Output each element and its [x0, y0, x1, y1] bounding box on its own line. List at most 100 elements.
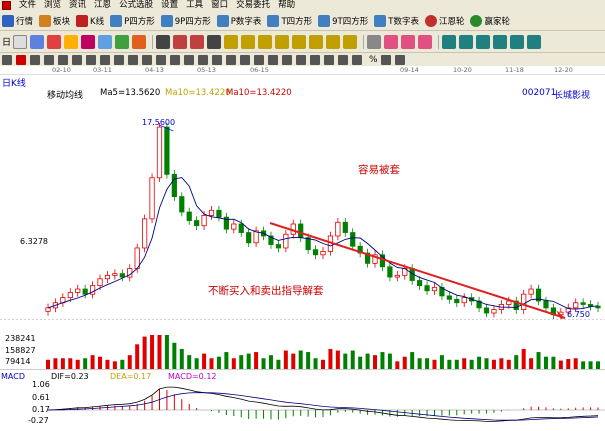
high-price-label: 17.5600	[142, 118, 176, 127]
volume-bar	[581, 361, 586, 369]
diamond-6-icon[interactable]	[309, 34, 324, 49]
diamond-2-icon[interactable]	[241, 34, 256, 49]
style-icon[interactable]	[310, 54, 320, 65]
percent-toggle[interactable]: %	[369, 55, 378, 65]
scale-icon[interactable]	[380, 54, 391, 65]
rect-icon[interactable]	[100, 54, 110, 65]
period-day-label[interactable]: 日	[2, 35, 11, 48]
menu-tools[interactable]: 工具	[182, 0, 207, 11]
calc-icon[interactable]	[442, 34, 457, 49]
winner-wheel-button[interactable]: 赢家轮	[470, 14, 510, 27]
volume-chart[interactable]	[0, 330, 605, 370]
candle-body	[491, 309, 497, 314]
kline-button[interactable]: K线	[76, 14, 104, 27]
select-icon[interactable]	[2, 54, 12, 65]
eraser-icon[interactable]	[240, 54, 250, 65]
draw-icon[interactable]	[115, 34, 130, 49]
9t-square-button[interactable]: 9T四方形	[318, 14, 368, 27]
menu-settings[interactable]: 设置	[157, 0, 182, 11]
date-tick: 11-18	[505, 66, 524, 74]
diamond-5-icon[interactable]	[292, 34, 307, 49]
brush-icon[interactable]	[401, 34, 416, 49]
diamond-7-icon[interactable]	[326, 34, 341, 49]
candle-icon[interactable]	[47, 34, 62, 49]
diamond-1-icon[interactable]	[224, 34, 239, 49]
t-square-button[interactable]: T四方形	[267, 14, 313, 27]
text-icon[interactable]	[128, 54, 138, 65]
panel-icon[interactable]	[493, 34, 508, 49]
arc-icon[interactable]	[86, 54, 96, 65]
hand-icon[interactable]	[367, 34, 382, 49]
next-icon[interactable]	[190, 34, 205, 49]
t-table-button[interactable]: T数字表	[374, 14, 419, 27]
angle-icon[interactable]	[198, 54, 208, 65]
menu-gann[interactable]: 江恩	[90, 0, 115, 11]
grid-draw-icon[interactable]	[212, 54, 222, 65]
menu-browse[interactable]: 浏览	[40, 0, 65, 11]
layout-icon[interactable]	[476, 34, 491, 49]
line-icon[interactable]	[16, 54, 26, 65]
hide-icon[interactable]	[352, 54, 362, 65]
diamond-3-icon[interactable]	[258, 34, 273, 49]
prev-icon[interactable]	[173, 34, 188, 49]
diamond-8-icon[interactable]	[343, 34, 358, 49]
compare-icon[interactable]	[81, 34, 96, 49]
dropdown-icon[interactable]	[13, 34, 28, 49]
t-square-label: T四方形	[281, 16, 313, 27]
volume-bar	[254, 352, 259, 369]
menu-file[interactable]: 文件	[15, 0, 40, 11]
wave-icon[interactable]	[226, 54, 236, 65]
p-square-button[interactable]: P四方形	[110, 14, 155, 27]
menu-help[interactable]: 帮助	[274, 0, 299, 11]
zoom-icon[interactable]	[98, 34, 113, 49]
9t-square-icon	[318, 14, 331, 27]
p-table-button[interactable]: P数字表	[216, 14, 261, 27]
candle-body	[417, 280, 423, 287]
width-icon[interactable]	[296, 54, 306, 65]
gann-box-icon[interactable]	[156, 54, 166, 65]
chart-type-icon[interactable]	[64, 34, 79, 49]
diamond-4-icon[interactable]	[275, 34, 290, 49]
stock-code: 002071	[522, 88, 557, 98]
magnet-icon[interactable]	[268, 54, 278, 65]
log-icon[interactable]	[394, 54, 405, 65]
lock-icon[interactable]	[254, 54, 264, 65]
low-price-label: 6.750	[567, 310, 590, 319]
delete-icon[interactable]	[338, 54, 348, 65]
ray-icon[interactable]	[30, 54, 40, 65]
window-icon[interactable]	[527, 34, 542, 49]
volume-bar	[425, 358, 430, 369]
channel-icon[interactable]	[44, 54, 54, 65]
gann-wheel-button[interactable]: 江恩轮	[424, 14, 464, 27]
menu-news[interactable]: 资讯	[65, 0, 90, 11]
table-icon[interactable]	[459, 34, 474, 49]
fib-icon[interactable]	[58, 54, 68, 65]
marker-icon[interactable]	[418, 34, 433, 49]
menu-formula-select[interactable]: 公式选股	[115, 0, 157, 11]
quotes-button[interactable]: 行情	[2, 14, 33, 27]
copy-icon[interactable]	[324, 54, 334, 65]
gann-fan-icon[interactable]	[142, 54, 152, 65]
volume-bar	[484, 358, 489, 369]
arrow-icon[interactable]	[114, 54, 124, 65]
list-icon[interactable]	[510, 34, 525, 49]
menu-window[interactable]: 窗口	[207, 0, 232, 11]
macd-chart[interactable]	[0, 383, 605, 431]
volume-bar	[60, 358, 65, 369]
cycle-icon[interactable]	[170, 54, 180, 65]
ma-title: 移动均线	[47, 91, 84, 101]
indicator-icon[interactable]	[132, 34, 147, 49]
9p-square-button[interactable]: 9P四方形	[160, 14, 211, 27]
volume-bar	[566, 359, 571, 369]
speed-icon[interactable]	[184, 54, 194, 65]
winner-wheel-icon	[470, 14, 483, 27]
first-icon[interactable]	[156, 34, 171, 49]
menu-trade[interactable]: 交易委托	[232, 0, 274, 11]
pen-icon[interactable]	[384, 34, 399, 49]
grid-icon[interactable]	[30, 34, 45, 49]
sector-button[interactable]: 板块	[39, 14, 70, 27]
last-icon[interactable]	[207, 34, 222, 49]
date-tick: 05-13	[197, 66, 216, 74]
color-icon[interactable]	[282, 54, 292, 65]
circle-icon[interactable]	[72, 54, 82, 65]
